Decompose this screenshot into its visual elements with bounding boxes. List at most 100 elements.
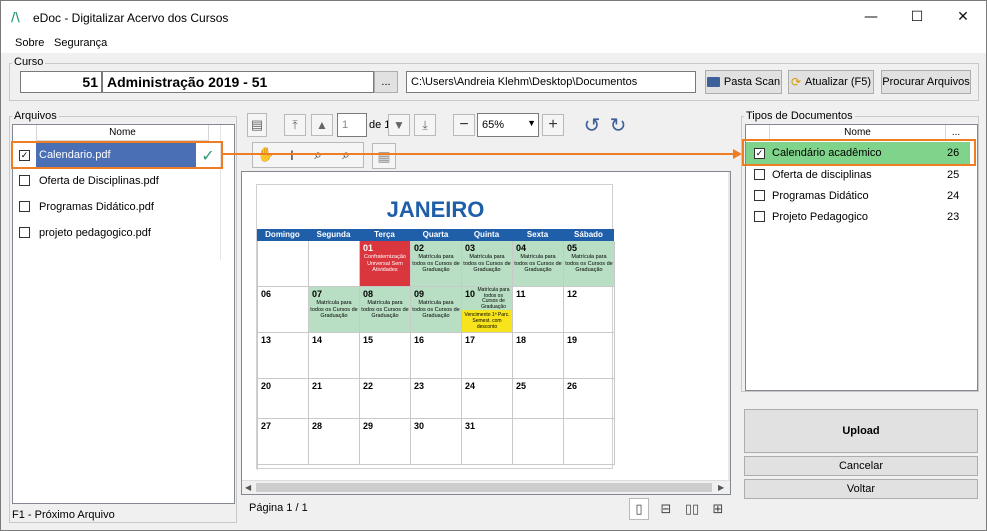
calendar-day-cell: 10 Matrícula para todos os Cursos de Grad…: [462, 287, 513, 333]
calendar-day-number: 11: [516, 289, 526, 299]
item-checkbox[interactable]: [19, 201, 30, 212]
item-checkbox[interactable]: [754, 190, 765, 201]
calendar-day-cell: 04 Matrícula para todos os Cursos de Grad…: [513, 241, 564, 287]
calendar-day-number: 25: [516, 381, 527, 391]
zoom-in-button[interactable]: +: [542, 114, 564, 136]
atualizar-button[interactable]: ⟳ Atualizar (F5): [788, 70, 874, 94]
calendar-event-note: Matrícula para todos os Cursos de Gradua…: [412, 254, 460, 273]
vertical-scrollbar[interactable]: [728, 172, 730, 480]
next-page-button[interactable]: ▼: [388, 114, 410, 136]
calendar-day-number: 09: [414, 289, 425, 299]
connector-arrow: [221, 149, 742, 159]
minimize-button[interactable]: —: [848, 1, 894, 33]
calendar-day-cell: 15: [360, 333, 411, 379]
path-field[interactable]: C:\Users\Andreia Klehm\Desktop\Documento…: [406, 71, 696, 93]
scroll-left-icon[interactable]: ◀: [245, 483, 251, 492]
calendar-day-number: 12: [567, 289, 578, 299]
calendar-day-number: 13: [261, 335, 272, 345]
calendar-day-cell: 30: [411, 419, 462, 465]
calendar-page: JANEIRO Domingo Segunda Terça Quarta Qui…: [256, 184, 615, 470]
scroll-right-icon[interactable]: ▶: [718, 483, 724, 492]
calendar-day-cell: 12: [564, 287, 615, 333]
refresh-icon: ⟳: [790, 75, 802, 89]
list-item-label: Oferta de Disciplinas.pdf: [39, 175, 159, 187]
list-item[interactable]: Oferta de disciplinas 25: [746, 164, 970, 185]
list-item[interactable]: projeto pedagogico.pdf: [13, 220, 233, 246]
scroll-thumb[interactable]: [256, 483, 712, 492]
maximize-button[interactable]: ☐: [894, 1, 940, 33]
last-page-button[interactable]: ⤓: [414, 114, 436, 136]
calendar-day-number: 15: [363, 335, 374, 345]
list-item[interactable]: Programas Didático 24: [746, 185, 970, 206]
calendar-day-number: 18: [516, 335, 527, 345]
curso-name-field[interactable]: Administração 2019 - 51: [102, 71, 374, 93]
calendar-day-cell: 09 Matrícula para todos os Cursos de Grad…: [411, 287, 462, 333]
rotate-right-icon[interactable]: ↻: [607, 113, 629, 137]
arquivos-group-label: Arquivos: [12, 110, 59, 122]
calendar-day-number: 29: [363, 421, 374, 431]
calendar-event-note: Matrícula para todos os Cursos de Gradua…: [310, 300, 358, 319]
arquivos-column-header[interactable]: Nome: [36, 125, 209, 141]
weekday-label: Sábado: [574, 230, 603, 239]
item-checkbox[interactable]: [19, 175, 30, 186]
list-item[interactable]: Programas Didático.pdf: [13, 194, 233, 220]
close-button[interactable]: ✕: [940, 1, 986, 33]
calendar-event-note: Matrícula para todos os Cursos de Gradua…: [514, 254, 562, 273]
calendar-event-note: Matrícula para todos os Cursos de Gradua…: [412, 300, 460, 319]
calendar-day-number: 27: [261, 421, 272, 431]
document-viewer[interactable]: JANEIRO Domingo Segunda Terça Quarta Qui…: [241, 171, 731, 495]
calendar-day-cell: 03 Matrícula para todos os Cursos de Grad…: [462, 241, 513, 287]
voltar-button[interactable]: Voltar: [744, 479, 978, 499]
item-checkbox[interactable]: [754, 169, 765, 180]
zoom-select[interactable]: 65% ▼: [477, 113, 539, 137]
single-page-view-icon[interactable]: ▯: [629, 498, 649, 520]
calendar-day-cell: [258, 241, 309, 287]
calendar-day-number: 26: [567, 381, 578, 391]
prev-page-button[interactable]: ▲: [311, 114, 333, 136]
cancelar-button[interactable]: Cancelar: [744, 456, 978, 476]
tipos-group-label: Tipos de Documentos: [744, 110, 855, 122]
list-item[interactable]: Oferta de Disciplinas.pdf: [13, 168, 233, 194]
calendar-day-cell: 13: [258, 333, 309, 379]
procurar-arquivos-button[interactable]: Procurar Arquivos: [881, 70, 971, 94]
menu-item-sobre[interactable]: Sobre: [15, 37, 44, 49]
calendar-day-number: 31: [465, 421, 476, 431]
rotate-left-icon[interactable]: ↺: [581, 113, 603, 137]
zoom-out-button[interactable]: −: [453, 114, 475, 136]
calendar-day-number: 14: [312, 335, 323, 345]
calendar-weekday-bar: Domingo Segunda Terça Quarta Quinta Sext…: [257, 229, 614, 241]
folder-icon: [706, 77, 720, 87]
pasta-scan-button[interactable]: Pasta Scan: [705, 70, 782, 94]
list-item[interactable]: Projeto Pedagogico 23: [746, 206, 970, 227]
two-page-view-icon[interactable]: ▯▯: [682, 498, 702, 520]
calendar-event-note: Confraternização Universal Sem Atividade…: [364, 254, 406, 273]
horizontal-scrollbar[interactable]: ◀ ▶: [242, 480, 730, 494]
calendar-day-cell: 29: [360, 419, 411, 465]
document-icon[interactable]: ▤: [247, 113, 267, 137]
calendar-day-cell: 26: [564, 379, 615, 419]
curso-code-field[interactable]: 51: [20, 71, 102, 93]
calendar-day-number: 23: [414, 381, 425, 391]
footer-hint: F1 - Próximo Arquivo: [12, 509, 115, 521]
list-item-count: 23: [947, 211, 960, 223]
first-page-button[interactable]: ⤒: [284, 114, 306, 136]
list-item-label: Projeto Pedagogico: [772, 211, 869, 223]
menu-item-seguranca[interactable]: Segurança: [54, 37, 107, 49]
continuous-view-icon[interactable]: ⊟: [656, 498, 676, 520]
weekday-label: Terça: [374, 230, 395, 239]
arquivos-list: Nome ✓ Calendario.pdf ✓ Oferta de Discip…: [12, 124, 235, 504]
calendar-day-number: 07: [312, 289, 323, 299]
weekday-label: Segunda: [316, 230, 351, 239]
curso-browse-button[interactable]: ...: [374, 71, 398, 93]
calendar-day-cell: [309, 241, 360, 287]
upload-button[interactable]: Upload: [744, 409, 978, 453]
calendar-day-cell: 28: [309, 419, 360, 465]
curso-group-label: Curso: [12, 56, 46, 68]
item-checkbox[interactable]: [19, 227, 30, 238]
list-item-label: projeto pedagogico.pdf: [39, 227, 151, 239]
page-status: Página 1 / 1: [249, 502, 308, 514]
two-page-continuous-icon[interactable]: ⊞: [708, 498, 728, 520]
item-checkbox[interactable]: [754, 211, 765, 222]
list-item-count: 24: [947, 190, 960, 202]
page-number-input[interactable]: 1: [337, 113, 367, 137]
